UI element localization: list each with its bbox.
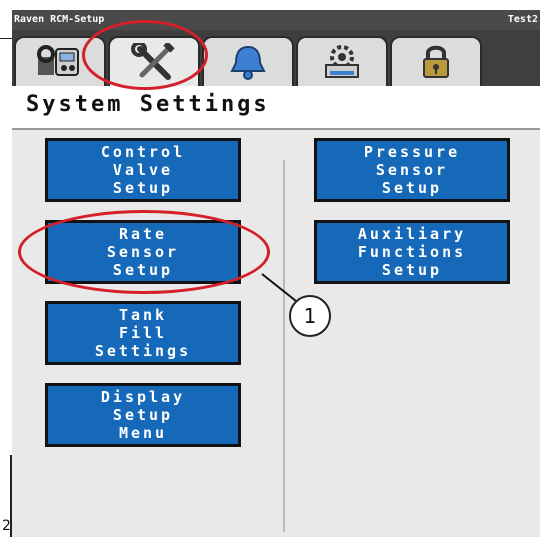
page-title: System Settings [26, 92, 270, 117]
auxiliary-functions-setup-button[interactable]: Auxiliary Functions Setup [314, 220, 510, 284]
button-label-line: Setup [381, 261, 443, 279]
title-bar: Raven RCM-Setup Test2 [12, 10, 540, 30]
tab-system-settings[interactable] [108, 36, 200, 86]
column-divider [283, 160, 285, 532]
button-label-line: Setup [112, 261, 174, 279]
button-label-line: Display [100, 388, 186, 406]
lock-icon [423, 45, 449, 78]
tank-fill-settings-button[interactable]: Tank Fill Settings [45, 301, 241, 365]
control-valve-setup-button[interactable]: Control Valve Setup [45, 138, 241, 202]
button-label-line: Valve [112, 161, 174, 179]
button-label-line: Fill [118, 324, 168, 342]
wrench-screwdriver-icon [131, 43, 175, 80]
app-name: Raven RCM-Setup [14, 14, 105, 25]
rate-sensor-setup-button[interactable]: Rate Sensor Setup [45, 220, 241, 284]
display-frame: Raven RCM-Setup Test2 System Settings Co… [12, 10, 540, 537]
tab-tools-dashboard[interactable] [14, 36, 106, 86]
button-label-line: Rate [118, 225, 168, 243]
tab-security[interactable] [390, 36, 482, 86]
display-setup-menu-button[interactable]: Display Setup Menu [45, 383, 241, 447]
callout-number: 1 [289, 295, 331, 337]
document-rule-top [0, 38, 12, 39]
button-label-line: Settings [94, 342, 192, 360]
button-label-line: Control [100, 143, 186, 161]
bell-icon [230, 45, 266, 80]
tools-dashboard-icon [37, 45, 79, 76]
button-label-line: Auxiliary [357, 225, 467, 243]
button-label-line: Pressure [363, 143, 461, 161]
page-header: System Settings [12, 86, 540, 130]
tab-tank-settings[interactable] [296, 36, 388, 86]
button-label-line: Sensor [106, 243, 180, 261]
page-number: 2 [2, 518, 11, 534]
button-label-line: Menu [118, 424, 168, 442]
pressure-sensor-setup-button[interactable]: Pressure Sensor Setup [314, 138, 510, 202]
button-label-line: Setup [112, 179, 174, 197]
session-identifier: Test2 [507, 14, 538, 25]
tab-bar [12, 30, 540, 86]
button-label-line: Functions [357, 243, 467, 261]
button-label-line: Setup [381, 179, 443, 197]
tab-alarms[interactable] [202, 36, 294, 86]
tank-gear-icon [325, 45, 359, 78]
button-label-line: Tank [118, 306, 168, 324]
button-label-line: Setup [112, 406, 174, 424]
button-label-line: Sensor [375, 161, 449, 179]
